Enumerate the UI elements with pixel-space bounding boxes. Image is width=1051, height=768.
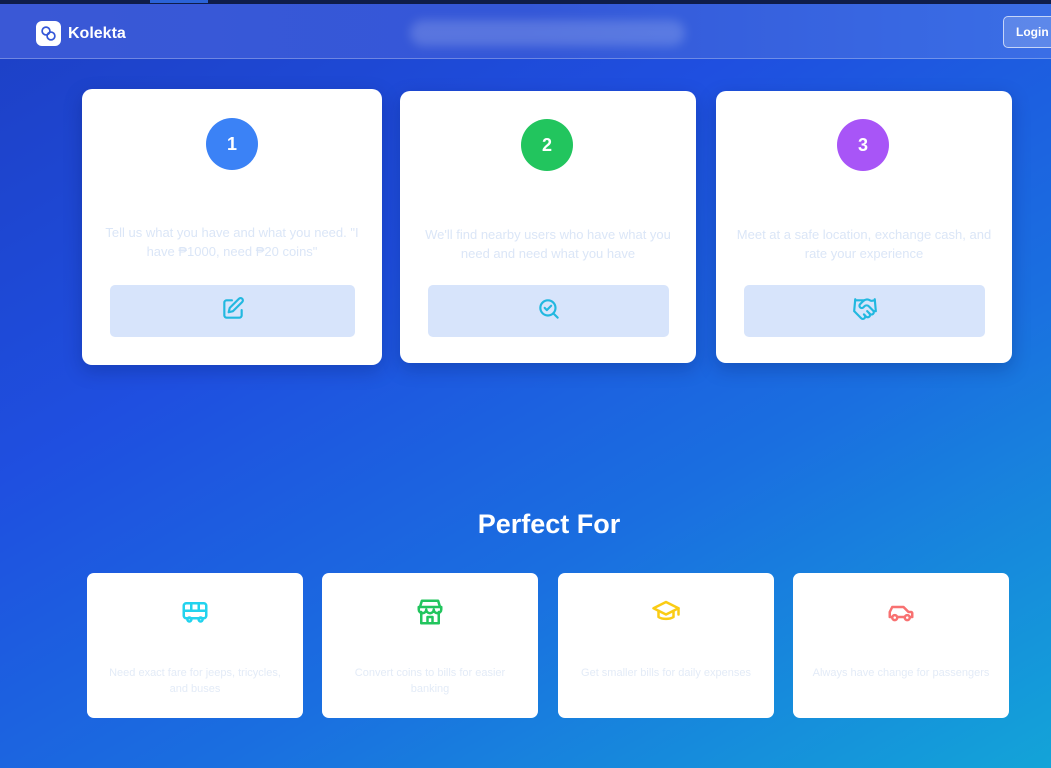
store-icon xyxy=(415,597,445,632)
step-card-3: 3 Meet at a safe location, exchange cash… xyxy=(716,91,1012,363)
browser-tab-indicator xyxy=(150,0,208,3)
step-number-badge: 2 xyxy=(521,119,573,171)
use-case-card-businesses: Convert coins to bills for easier bankin… xyxy=(322,573,538,718)
use-case-card-commuters: Need exact fare for jeeps, tricycles, an… xyxy=(87,573,303,718)
car-icon xyxy=(886,597,916,632)
step-description: We'll find nearby users who have what yo… xyxy=(425,227,671,261)
use-case-card-drivers: Always have change for passengers xyxy=(793,573,1009,718)
step-card-1: 1 Tell us what you have and what you nee… xyxy=(82,89,382,365)
section-title: Perfect For xyxy=(477,509,621,540)
brand[interactable]: Kolekta xyxy=(36,21,126,46)
use-case-description: Get smaller bills for daily expenses xyxy=(581,667,751,679)
step-action-button[interactable] xyxy=(110,285,355,337)
step-action-button[interactable] xyxy=(744,285,985,337)
navbar: Kolekta Login xyxy=(0,4,1051,59)
brand-name: Kolekta xyxy=(68,24,126,42)
use-case-card-students: Get smaller bills for daily expenses xyxy=(558,573,774,718)
step-description: Meet at a safe location, exchange cash, … xyxy=(736,227,992,261)
nav-links-blurred xyxy=(410,20,685,46)
use-case-description: Convert coins to bills for easier bankin… xyxy=(354,667,506,695)
search-check-icon xyxy=(536,296,562,327)
step-number-badge: 3 xyxy=(837,119,889,171)
step-description: Tell us what you have and what you need.… xyxy=(105,225,359,259)
graduation-cap-icon xyxy=(651,597,681,632)
edit-icon xyxy=(220,296,246,327)
step-card-2: 2 We'll find nearby users who have what … xyxy=(400,91,696,363)
step-action-button[interactable] xyxy=(428,285,669,337)
use-case-description: Always have change for passengers xyxy=(812,667,990,679)
handshake-icon xyxy=(852,296,878,327)
step-number-badge: 1 xyxy=(206,118,258,170)
coins-logo-icon xyxy=(36,21,61,46)
use-case-description: Need exact fare for jeeps, tricycles, an… xyxy=(109,667,281,695)
bus-icon xyxy=(180,597,210,632)
login-button[interactable]: Login xyxy=(1003,16,1051,48)
